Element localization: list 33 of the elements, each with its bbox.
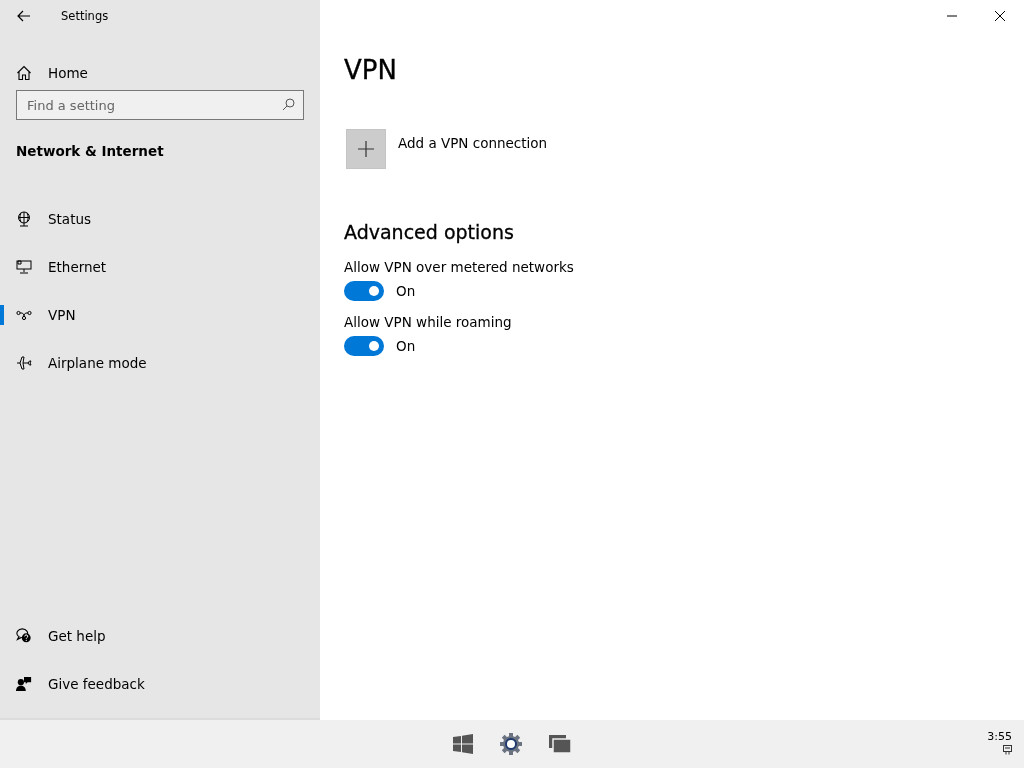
nav-item[interactable]: VPN [0, 291, 320, 339]
page-title: VPN [344, 55, 398, 85]
globe-icon [16, 211, 32, 227]
help-bubble-icon [16, 627, 32, 645]
windows-stack-icon[interactable] [549, 735, 571, 753]
nav-item[interactable]: Status [0, 195, 320, 243]
back-arrow-icon[interactable] [17, 10, 31, 22]
home-link[interactable]: Home [48, 65, 88, 81]
toggle-switch[interactable] [344, 336, 384, 356]
add-button[interactable] [346, 129, 386, 169]
close-icon[interactable] [994, 10, 1006, 22]
search-icon [282, 98, 295, 111]
monitor-icon [16, 259, 32, 275]
footer-link[interactable]: Get help [0, 612, 320, 660]
clock: 3:55 [987, 730, 1012, 743]
window-title: Settings [61, 9, 109, 23]
nav-item[interactable]: Airplane mode [0, 339, 320, 387]
toggle-state: On [396, 338, 416, 354]
search-field[interactable]: Find a setting [16, 90, 304, 120]
toggle-switch[interactable] [344, 281, 384, 301]
notification-icon[interactable] [1003, 745, 1012, 755]
section-heading: Network & Internet [15, 142, 165, 161]
nav-item[interactable]: Ethernet [0, 243, 320, 291]
section-heading: Advanced options [344, 221, 515, 243]
windows-logo-icon[interactable] [453, 734, 473, 754]
option-label: Allow VPN over metered networks [344, 259, 575, 275]
option-label: Allow VPN while roaming [344, 314, 513, 330]
footer-link[interactable]: Give feedback [0, 660, 320, 708]
home-icon [16, 65, 32, 81]
add-vpn-link[interactable]: Add a VPN connection [398, 135, 548, 151]
plus-icon [358, 141, 374, 157]
toggle-state: On [396, 283, 416, 299]
person-speech-icon [16, 675, 32, 693]
